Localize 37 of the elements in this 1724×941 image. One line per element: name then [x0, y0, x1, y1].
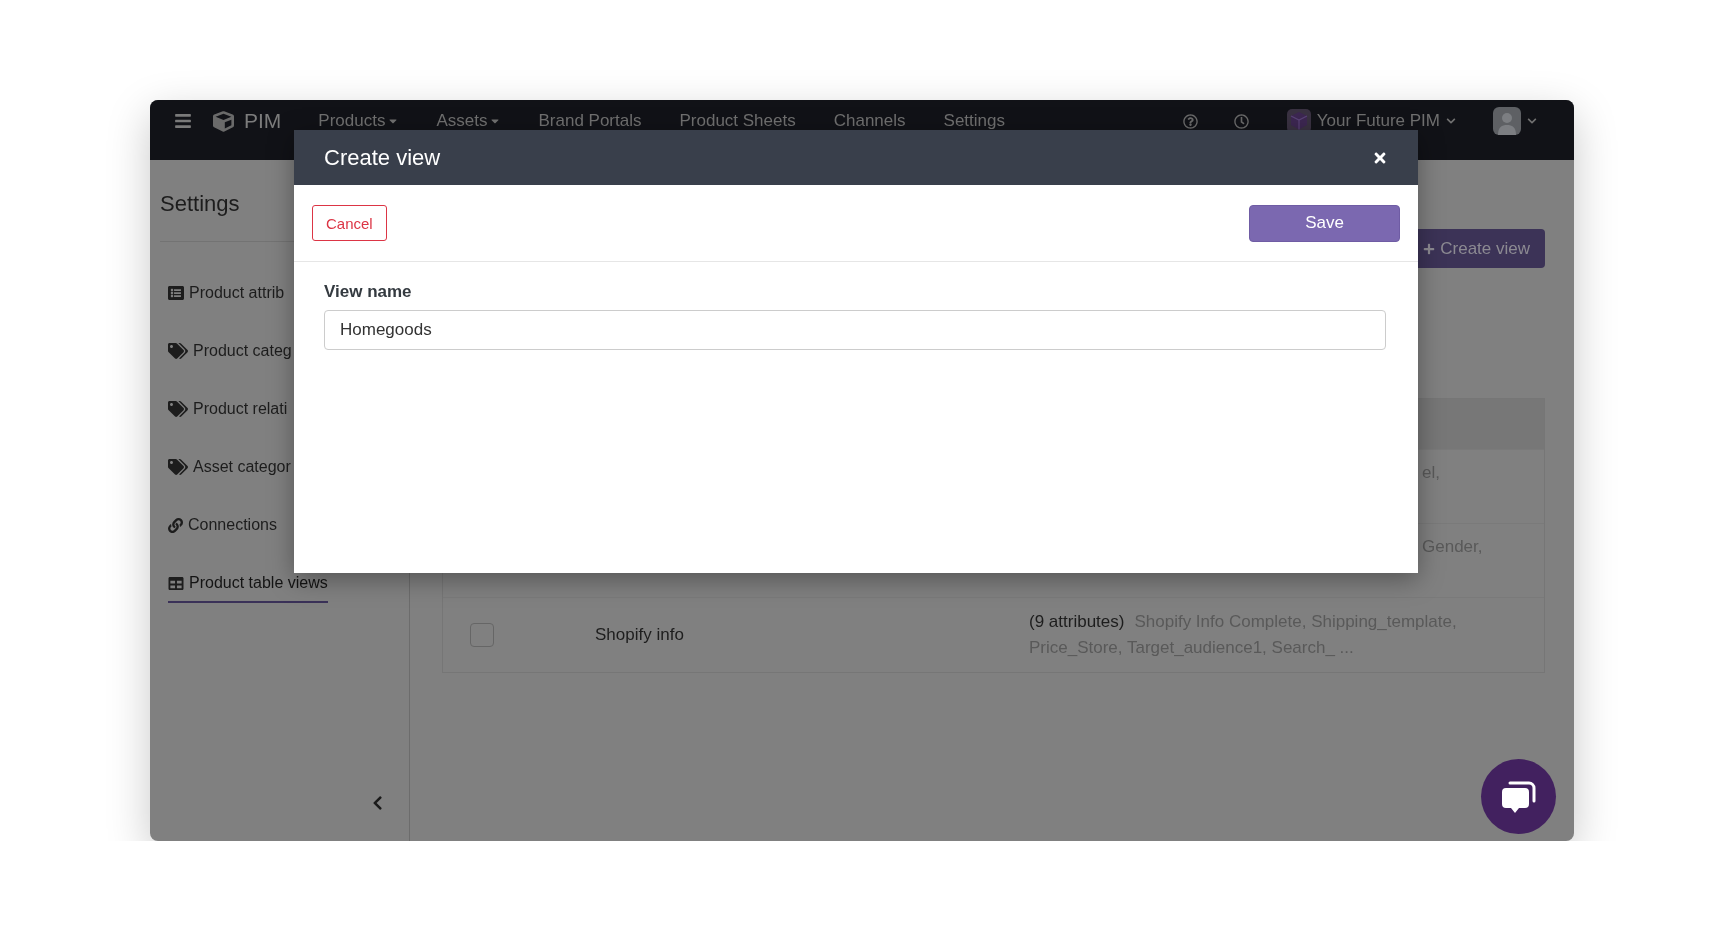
- menu-icon[interactable]: [174, 112, 192, 130]
- help-icon[interactable]: [1182, 113, 1198, 129]
- list-icon: [168, 285, 184, 301]
- nav-menu-item[interactable]: Settings: [943, 112, 1005, 130]
- sidebar-item[interactable]: Product categ: [168, 337, 292, 371]
- dialog-title: Create view: [324, 144, 441, 171]
- sidebar-item[interactable]: Product relati: [168, 395, 288, 429]
- table-icon: [168, 575, 184, 591]
- sidebar-item[interactable]: Asset categor: [168, 453, 291, 487]
- cube-icon: [213, 110, 234, 132]
- chevron-down-icon: [1446, 116, 1456, 126]
- plus-icon: [1423, 242, 1436, 255]
- field-label: View name: [324, 282, 412, 302]
- link-icon: [168, 517, 183, 533]
- nav-menu-item[interactable]: Products: [318, 112, 399, 130]
- cancel-button[interactable]: Cancel: [312, 205, 387, 241]
- nav-menu-item[interactable]: Brand Portals: [538, 112, 642, 130]
- avatar-silhouette-icon[interactable]: [1493, 107, 1521, 135]
- brand-name: PIM: [244, 112, 282, 130]
- nav-menu-item[interactable]: Channels: [833, 112, 906, 130]
- view-name-input[interactable]: Homegoods: [324, 310, 1386, 350]
- sidebar-item[interactable]: Product attrib: [168, 279, 285, 313]
- cube-tile-icon: [1286, 109, 1311, 133]
- nav-menu-item[interactable]: Product Sheets: [679, 112, 796, 130]
- nav-menu-item[interactable]: Assets: [436, 112, 501, 130]
- chevron-down-icon[interactable]: [1527, 116, 1537, 126]
- tags-icon: [168, 401, 188, 417]
- view-name-cell: Shopify info: [595, 625, 684, 644]
- sidebar-item[interactable]: Connections: [168, 511, 277, 545]
- sidebar-title: Settings: [160, 191, 240, 217]
- save-button[interactable]: Save: [1249, 204, 1400, 242]
- chevron-left-icon[interactable]: [372, 795, 383, 811]
- clock-icon[interactable]: [1233, 113, 1249, 129]
- tags-icon: [168, 459, 188, 475]
- row-checkbox[interactable]: [470, 623, 494, 647]
- chat-bubbles-icon: [1500, 779, 1537, 814]
- tags-icon: [168, 343, 188, 359]
